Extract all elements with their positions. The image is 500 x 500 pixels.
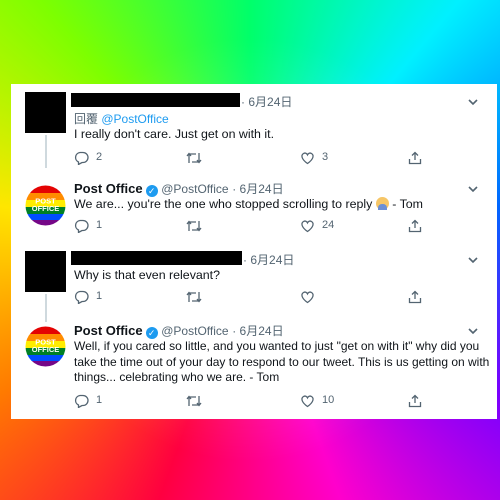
logo-text-office: OFFICE <box>32 345 60 354</box>
chevron-down-icon[interactable] <box>466 324 480 338</box>
tweet-2[interactable]: POST OFFICE Post Office ✓ @PostOffice · 6… <box>11 168 497 238</box>
tweet-1[interactable]: · 6月24日 回覆 @PostOffice I really don't ca… <box>11 84 497 168</box>
like-icon <box>301 291 314 304</box>
post-office-avatar[interactable]: POST OFFICE <box>25 185 66 226</box>
chevron-down-icon[interactable] <box>466 95 480 109</box>
logo-text-office: OFFICE <box>32 204 60 213</box>
retweet-icon <box>186 291 202 303</box>
author-handle[interactable]: @PostOffice <box>161 324 228 338</box>
reply-count: 1 <box>96 290 103 302</box>
retweet-icon <box>186 152 202 164</box>
verified-badge-icon: ✓ <box>145 327 158 339</box>
author-name[interactable]: Post Office <box>74 181 143 196</box>
like-count: 24 <box>322 219 335 231</box>
shrug-emoji-icon <box>375 197 389 210</box>
redacted-username <box>71 93 240 107</box>
author-handle[interactable]: @PostOffice <box>161 182 228 196</box>
tweet-date[interactable]: 6月24日 <box>240 324 284 338</box>
reply-prefix: 回覆 <box>74 112 99 126</box>
share-icon <box>408 151 422 165</box>
reply-mention-link[interactable]: @PostOffice <box>101 112 168 126</box>
like-icon <box>301 220 314 233</box>
post-office-avatar[interactable]: POST OFFICE <box>25 326 66 367</box>
author-line: Post Office ✓ @PostOffice · 6月24日 <box>74 181 284 197</box>
tweet-text: Why is that even relevant? <box>74 268 221 282</box>
retweet-icon <box>186 220 202 232</box>
share-icon <box>408 219 422 233</box>
reply-count: 1 <box>96 219 103 231</box>
author-line: Post Office ✓ @PostOffice · 6月24日 <box>74 323 284 339</box>
share-icon <box>408 290 422 304</box>
tweet-actions: 1 10 <box>74 393 474 409</box>
reply-icon <box>74 290 89 304</box>
redacted-username <box>71 251 242 265</box>
tweet-date[interactable]: 6月24日 <box>240 182 284 196</box>
tweet-actions: 1 24 <box>74 218 474 234</box>
like-count: 10 <box>322 394 335 406</box>
tweet-text-signature: - Tom <box>392 197 423 211</box>
reply-count: 2 <box>96 151 103 163</box>
like-icon <box>301 152 314 165</box>
reply-icon <box>74 151 89 165</box>
reply-icon <box>74 394 89 408</box>
reply-count: 1 <box>96 394 103 406</box>
tweet-date[interactable]: · 6月24日 <box>241 93 292 110</box>
tweet-text: I really don't care. Just get on with it… <box>74 127 275 141</box>
thread-line <box>45 135 47 168</box>
author-name[interactable]: Post Office <box>74 323 143 338</box>
like-count: 3 <box>322 151 329 163</box>
tweet-thread-card: · 6月24日 回覆 @PostOffice I really don't ca… <box>11 84 497 419</box>
reply-context: 回覆 @PostOffice <box>74 110 169 127</box>
tweet-4[interactable]: POST OFFICE Post Office ✓ @PostOffice · 6… <box>11 316 497 419</box>
retweet-icon <box>186 395 202 407</box>
tweet-actions: 2 3 <box>74 150 474 166</box>
tweet-actions: 1 <box>74 289 474 305</box>
share-icon <box>408 394 422 408</box>
like-icon <box>301 395 314 408</box>
tweet-text: Well, if you cared so little, and you wa… <box>74 339 490 384</box>
tweet-text: We are... you're the one who stopped scr… <box>74 197 486 213</box>
reply-icon <box>74 219 89 233</box>
chevron-down-icon[interactable] <box>466 253 480 267</box>
tweet-date[interactable]: · 6月24日 <box>243 251 294 268</box>
chevron-down-icon[interactable] <box>466 182 480 196</box>
redacted-avatar[interactable] <box>25 92 66 133</box>
redacted-avatar[interactable] <box>25 251 66 292</box>
verified-badge-icon: ✓ <box>145 185 158 197</box>
tweet-3[interactable]: · 6月24日 Why is that even relevant? 1 <box>11 248 497 322</box>
tweet-text-main: We are... you're the one who stopped scr… <box>74 197 373 211</box>
